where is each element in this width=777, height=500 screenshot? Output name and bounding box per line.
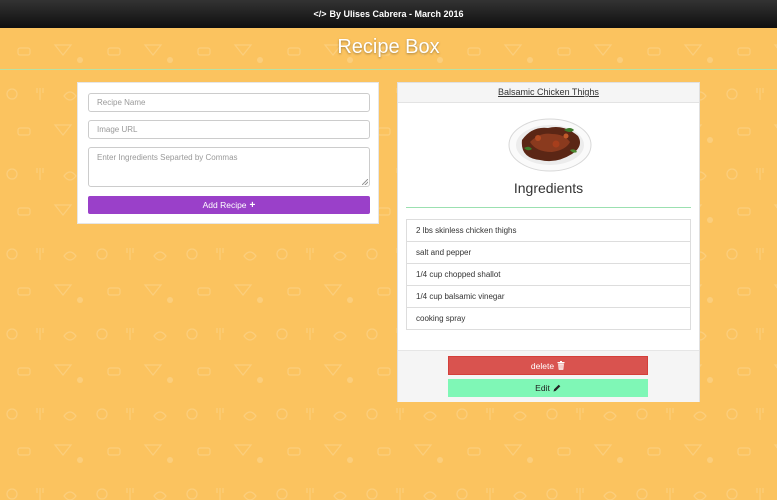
image-url-input[interactable]: Image URL [88,120,370,139]
add-recipe-label: Add Recipe [202,200,247,210]
recipe-name-input[interactable]: Recipe Name [88,93,370,112]
add-recipe-button[interactable]: Add Recipe + [88,196,370,214]
delete-button[interactable]: delete [448,356,648,375]
ingredient-item: 1/4 cup chopped shallot [406,264,691,286]
image-url-placeholder: Image URL [97,125,138,134]
ingredients-textarea[interactable]: Enter Ingredients Separted by Commas [88,147,370,187]
recipe-name-placeholder: Recipe Name [97,98,146,107]
title-divider [0,69,777,70]
top-bar: </> By Ulises Cabrera - March 2016 [0,0,777,28]
code-icon: </> [313,9,327,19]
edit-label: Edit [535,383,550,393]
ingredient-item: 2 lbs skinless chicken thighs [406,219,691,242]
edit-button[interactable]: Edit [448,379,648,397]
recipe-title-link[interactable]: Balsamic Chicken Thighs [498,87,599,97]
pencil-icon [553,384,561,392]
add-recipe-form: Recipe Name Image URL Enter Ingredients … [77,82,379,224]
ingredient-list: 2 lbs skinless chicken thighs salt and p… [406,219,691,330]
ingredients-heading: Ingredients [513,180,584,196]
ingredients-divider [406,207,691,208]
recipe-card: Balsamic Chicken Thighs Ingredients 2 lb… [397,82,700,402]
ingredient-item: cooking spray [406,308,691,330]
page-title: Recipe Box [337,36,440,58]
plus-icon: + [249,199,256,211]
ingredient-item: 1/4 cup balsamic vinegar [406,286,691,308]
ingredients-placeholder: Enter Ingredients Separted by Commas [97,153,238,162]
author-credit: By Ulises Cabrera - March 2016 [329,9,464,19]
resize-handle[interactable] [362,179,368,185]
delete-label: delete [530,360,555,371]
recipe-image [508,118,592,172]
trash-icon [557,361,565,370]
recipe-actions: delete Edit [398,350,699,402]
ingredient-item: salt and pepper [406,242,691,264]
recipe-title-bar[interactable]: Balsamic Chicken Thighs [398,83,699,103]
